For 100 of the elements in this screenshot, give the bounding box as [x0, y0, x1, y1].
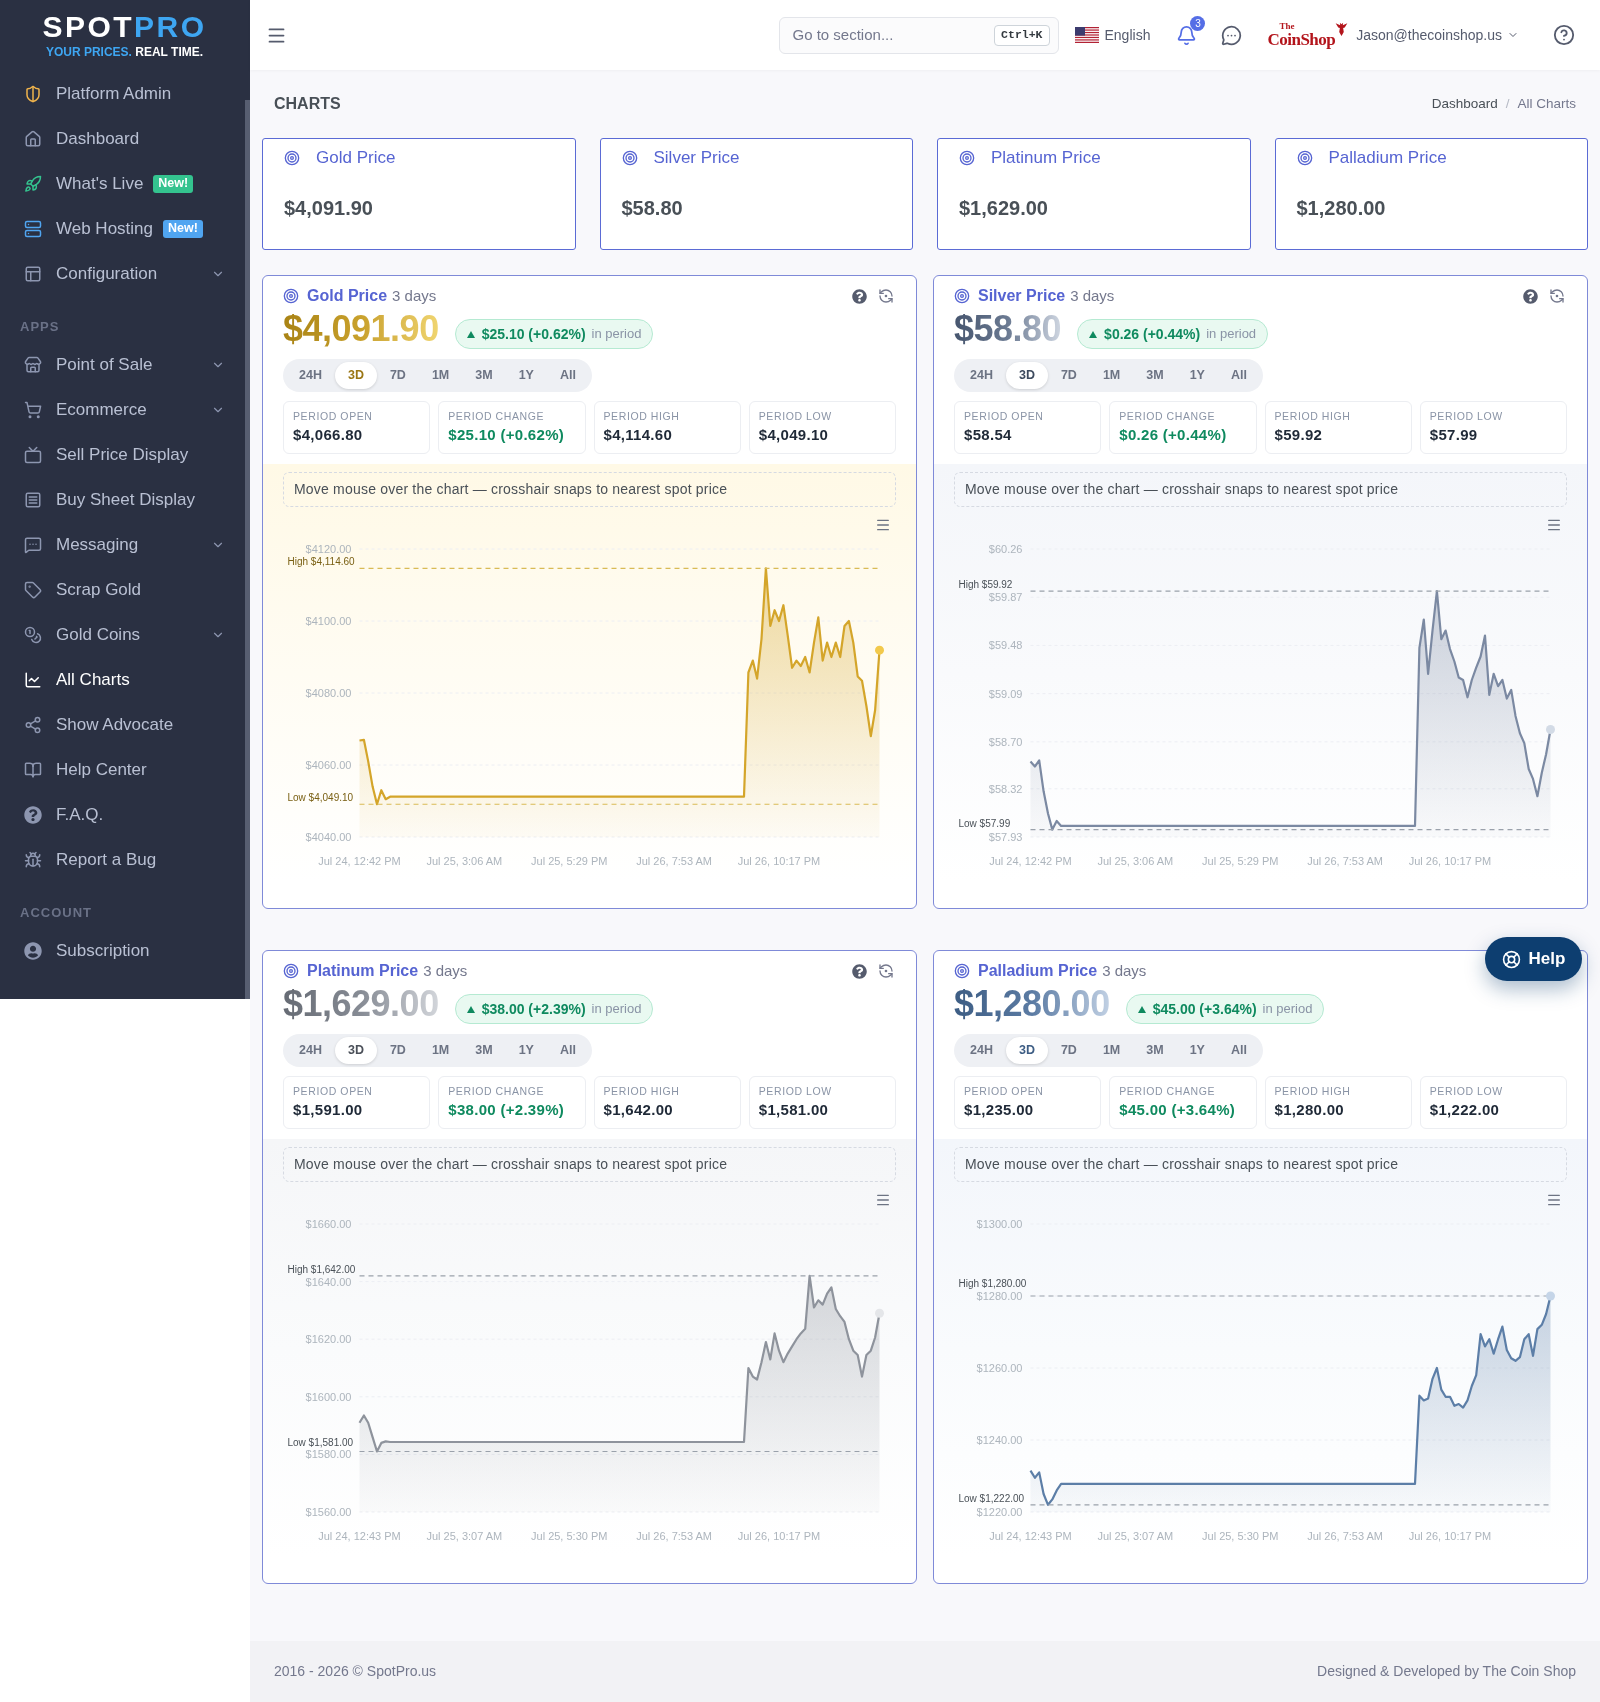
sidebar-item[interactable]: Scrap Gold: [0, 567, 245, 612]
range-tab[interactable]: 3D: [1005, 1037, 1048, 1064]
x-axis-label: Jul 24, 12:42 PM: [989, 855, 1072, 867]
sidebar-item[interactable]: Sell Price Display: [0, 432, 245, 477]
help-icon[interactable]: [1523, 288, 1538, 304]
range-tab[interactable]: 3D: [1005, 362, 1048, 389]
range-tab[interactable]: 7D: [376, 1037, 419, 1064]
range-tab[interactable]: 1Y: [505, 362, 547, 389]
help-icon[interactable]: [1553, 24, 1575, 46]
range-tab[interactable]: All: [546, 362, 589, 389]
search-bar[interactable]: Go to section... Ctrl+K: [778, 16, 1059, 54]
refresh-icon[interactable]: [1549, 288, 1565, 304]
menu-icon[interactable]: [1545, 517, 1563, 533]
range-tab[interactable]: 3D: [334, 1037, 377, 1064]
range-tab[interactable]: 1Y: [1176, 362, 1218, 389]
reference-line-label: Low $57.99: [958, 817, 1011, 829]
range-tab[interactable]: 7D: [1047, 362, 1090, 389]
range-tab[interactable]: 3M: [1133, 1037, 1177, 1064]
x-axis-label: Jul 25, 3:06 AM: [1097, 855, 1174, 867]
range-tab[interactable]: 3D: [334, 362, 377, 389]
y-axis-label: $1600.00: [305, 1390, 352, 1403]
refresh-icon[interactable]: [878, 963, 894, 979]
sidebar-item[interactable]: What's Live New!: [0, 161, 245, 206]
y-axis-label: $60.26: [988, 543, 1023, 555]
menu-icon[interactable]: [874, 517, 892, 533]
logo-wordmark: SPOTPRO: [42, 12, 207, 42]
sidebar-item[interactable]: All Charts: [0, 657, 245, 702]
sidebar-item[interactable]: Point of Sale: [0, 342, 245, 387]
help-icon[interactable]: [852, 288, 867, 304]
chat-icon[interactable]: [1221, 24, 1243, 46]
range-tab[interactable]: 24H: [957, 1037, 1006, 1064]
menu-icon[interactable]: [1545, 1192, 1563, 1208]
menu-icon[interactable]: [874, 1192, 892, 1208]
sidebar-item[interactable]: Dashboard: [0, 116, 245, 161]
sidebar-item[interactable]: Messaging: [0, 522, 245, 567]
range-tab[interactable]: 3M: [462, 362, 506, 389]
range-tab[interactable]: 3M: [462, 1037, 506, 1064]
stat-value: $25.10 (+0.62%): [448, 425, 566, 445]
eagle-icon: [1335, 22, 1349, 37]
range-tab[interactable]: 7D: [376, 362, 419, 389]
range-tab[interactable]: 1M: [1089, 362, 1134, 389]
sidebar-item[interactable]: Buy Sheet Display: [0, 477, 245, 522]
sidebar-item[interactable]: Gold Coins: [0, 612, 245, 657]
range-tab[interactable]: 1M: [418, 362, 463, 389]
range-tab[interactable]: 3M: [1133, 362, 1177, 389]
x-axis-label: Jul 25, 5:29 PM: [531, 855, 608, 867]
chart-hint: Move mouse over the chart — crosshair snaps to nearest spot price: [954, 1147, 1567, 1182]
search-input[interactable]: Go to section...: [792, 23, 995, 47]
chat-icon: [24, 535, 42, 554]
y-axis-label: $4040.00: [305, 831, 352, 843]
sidebar-item[interactable]: Show Advocate: [0, 702, 245, 747]
breadcrumb-link[interactable]: All Charts: [1517, 93, 1576, 115]
range-tab[interactable]: 24H: [957, 362, 1006, 389]
new-badge: New!: [163, 219, 203, 238]
stat-label: PERIOD OPEN: [964, 1084, 1045, 1098]
help-button[interactable]: Help: [1485, 937, 1582, 981]
language-selector[interactable]: English: [1074, 24, 1151, 46]
range-tab[interactable]: 1M: [418, 1037, 463, 1064]
x-axis-label: Jul 25, 3:07 AM: [1097, 1530, 1174, 1542]
stat-value: $1,591.00: [293, 1100, 364, 1120]
sidebar-item[interactable]: Web Hosting New!: [0, 206, 245, 251]
range-tab[interactable]: All: [1217, 1037, 1260, 1064]
help-icon[interactable]: [852, 963, 867, 979]
range-tab[interactable]: All: [546, 1037, 589, 1064]
target-icon: [954, 963, 970, 979]
credit-text: Designed & Developed by The Coin Shop: [1317, 1662, 1576, 1681]
range-tab[interactable]: 24H: [286, 1037, 335, 1064]
sidebar-item[interactable]: Report a Bug: [0, 837, 245, 882]
y-axis-label: $1280.00: [976, 1290, 1023, 1302]
range-tab[interactable]: All: [1217, 362, 1260, 389]
sidebar-item[interactable]: Help Center: [0, 747, 245, 792]
range-tab[interactable]: 1Y: [1176, 1037, 1218, 1064]
range-tab[interactable]: 24H: [286, 362, 335, 389]
range-tab[interactable]: 1M: [1089, 1037, 1134, 1064]
y-axis-label: $4120.00: [305, 543, 352, 555]
scrollbar[interactable]: [245, 100, 250, 999]
sidebar-item[interactable]: Subscription: [0, 928, 245, 973]
sidebar-item[interactable]: Platform Admin: [0, 71, 245, 116]
reference-line-label: High $1,642.00: [287, 1263, 356, 1275]
stat-label: PERIOD OPEN: [964, 409, 1045, 423]
sidebar-item[interactable]: F.A.Q.: [0, 792, 245, 837]
chart-hint: Move mouse over the chart — crosshair snaps to nearest spot price: [283, 472, 896, 507]
store-icon: [24, 355, 42, 374]
stat-value: $38.00 (+2.39%): [448, 1100, 566, 1120]
user-menu[interactable]: Jason@thecoinshop.us: [1356, 24, 1519, 46]
coins-icon: [24, 625, 42, 644]
target-icon: [959, 150, 975, 166]
y-axis-label: $1240.00: [976, 1434, 1023, 1446]
y-axis-label: $59.09: [988, 687, 1023, 700]
x-axis-label: Jul 26, 7:53 AM: [1307, 1530, 1384, 1542]
sidebar-item[interactable]: Ecommerce: [0, 387, 245, 432]
price-card-value: $1,629.00: [959, 196, 1048, 220]
range-tab[interactable]: 7D: [1047, 1037, 1090, 1064]
breadcrumb-link[interactable]: Dashboard: [1431, 93, 1498, 115]
sidebar-section-heading: ACCOUNT: [20, 906, 92, 920]
range-tab[interactable]: 1Y: [505, 1037, 547, 1064]
stat-label: PERIOD HIGH: [603, 1084, 681, 1098]
refresh-icon[interactable]: [878, 288, 894, 304]
chart-title: Silver Price: [978, 286, 1066, 306]
sidebar-item[interactable]: Configuration: [0, 251, 245, 296]
